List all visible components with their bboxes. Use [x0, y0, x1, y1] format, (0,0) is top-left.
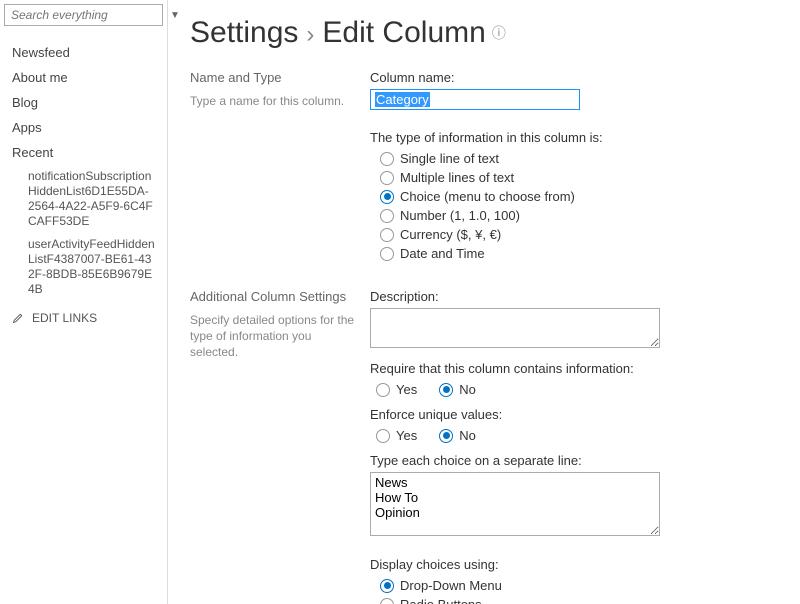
search-input[interactable]: [9, 7, 170, 23]
unique-no-label: No: [459, 428, 476, 443]
nav-apps[interactable]: Apps: [0, 115, 167, 140]
radio-icon: [380, 228, 394, 242]
radio-label: Multiple lines of text: [400, 170, 514, 185]
radio-option[interactable]: Multiple lines of text: [380, 168, 778, 187]
radio-label: Drop-Down Menu: [400, 578, 502, 593]
column-type-label: The type of information in this column i…: [370, 130, 778, 145]
main-content: Settings › Edit Column ⓘ Name and Type T…: [168, 0, 800, 604]
description-label: Description:: [370, 289, 778, 304]
radio-option[interactable]: Currency ($, ¥, €): [380, 225, 778, 244]
radio-icon: [380, 171, 394, 185]
require-no-label: No: [459, 382, 476, 397]
nav-blog[interactable]: Blog: [0, 90, 167, 115]
radio-icon: [380, 190, 394, 204]
require-label: Require that this column contains inform…: [370, 361, 778, 376]
unique-yes-radio[interactable]: Yes: [376, 426, 417, 445]
edit-links-button[interactable]: EDIT LINKS: [0, 301, 167, 335]
display-options: Drop-Down MenuRadio ButtonsCheckboxes (a…: [380, 576, 778, 604]
breadcrumb-page: Edit Column: [322, 16, 485, 50]
radio-option[interactable]: Single line of text: [380, 149, 778, 168]
radio-option[interactable]: Date and Time: [380, 244, 778, 263]
choices-textarea[interactable]: [370, 472, 660, 536]
unique-yes-label: Yes: [396, 428, 417, 443]
radio-icon: [380, 247, 394, 261]
require-no-radio[interactable]: No: [439, 380, 476, 399]
require-yes-radio[interactable]: Yes: [376, 380, 417, 399]
radio-label: Number (1, 1.0, 100): [400, 208, 520, 223]
unique-no-radio[interactable]: No: [439, 426, 476, 445]
radio-label: Date and Time: [400, 246, 485, 261]
search-box[interactable]: ▼: [4, 4, 163, 26]
radio-option[interactable]: Radio Buttons: [380, 595, 778, 604]
radio-option[interactable]: Drop-Down Menu: [380, 576, 778, 595]
radio-label: Choice (menu to choose from): [400, 189, 575, 204]
column-name-value: Category: [375, 92, 430, 107]
radio-icon: [380, 152, 394, 166]
nav-recent-item[interactable]: userActivityFeedHiddenListF4387007-BE61-…: [0, 233, 167, 301]
radio-icon: [380, 598, 394, 604]
breadcrumb-settings[interactable]: Settings: [190, 16, 298, 50]
description-textarea[interactable]: [370, 308, 660, 348]
radio-option[interactable]: Choice (menu to choose from): [380, 187, 778, 206]
nav: Newsfeed About me Blog Apps Recent notif…: [0, 40, 167, 301]
column-name-label: Column name:: [370, 70, 778, 85]
radio-option[interactable]: Number (1, 1.0, 100): [380, 206, 778, 225]
column-name-input[interactable]: Category: [370, 89, 580, 110]
edit-links-label: EDIT LINKS: [32, 311, 97, 325]
choices-label: Type each choice on a separate line:: [370, 453, 778, 468]
nav-about-me[interactable]: About me: [0, 65, 167, 90]
section-desc-name-type: Type a name for this column.: [190, 93, 356, 109]
breadcrumb-separator: ›: [304, 21, 316, 49]
pencil-icon: [12, 312, 24, 324]
nav-newsfeed[interactable]: Newsfeed: [0, 40, 167, 65]
nav-recent[interactable]: Recent: [0, 140, 167, 165]
section-desc-additional: Specify detailed options for the type of…: [190, 312, 356, 361]
radio-icon: [380, 579, 394, 593]
require-yes-label: Yes: [396, 382, 417, 397]
radio-label: Single line of text: [400, 151, 499, 166]
section-heading-name-type: Name and Type: [190, 70, 356, 85]
radio-label: Currency ($, ¥, €): [400, 227, 501, 242]
radio-label: Radio Buttons: [400, 597, 482, 604]
display-label: Display choices using:: [370, 557, 778, 572]
radio-icon: [380, 209, 394, 223]
info-icon[interactable]: ⓘ: [492, 23, 506, 43]
section-heading-additional: Additional Column Settings: [190, 289, 356, 304]
page-title: Settings › Edit Column ⓘ: [190, 16, 778, 50]
column-type-options: Single line of text Multiple lines of tex…: [380, 149, 778, 263]
sidebar: ▼ Newsfeed About me Blog Apps Recent not…: [0, 0, 168, 604]
unique-label: Enforce unique values:: [370, 407, 778, 422]
nav-recent-item[interactable]: notificationSubscriptionHiddenList6D1E55…: [0, 165, 167, 233]
